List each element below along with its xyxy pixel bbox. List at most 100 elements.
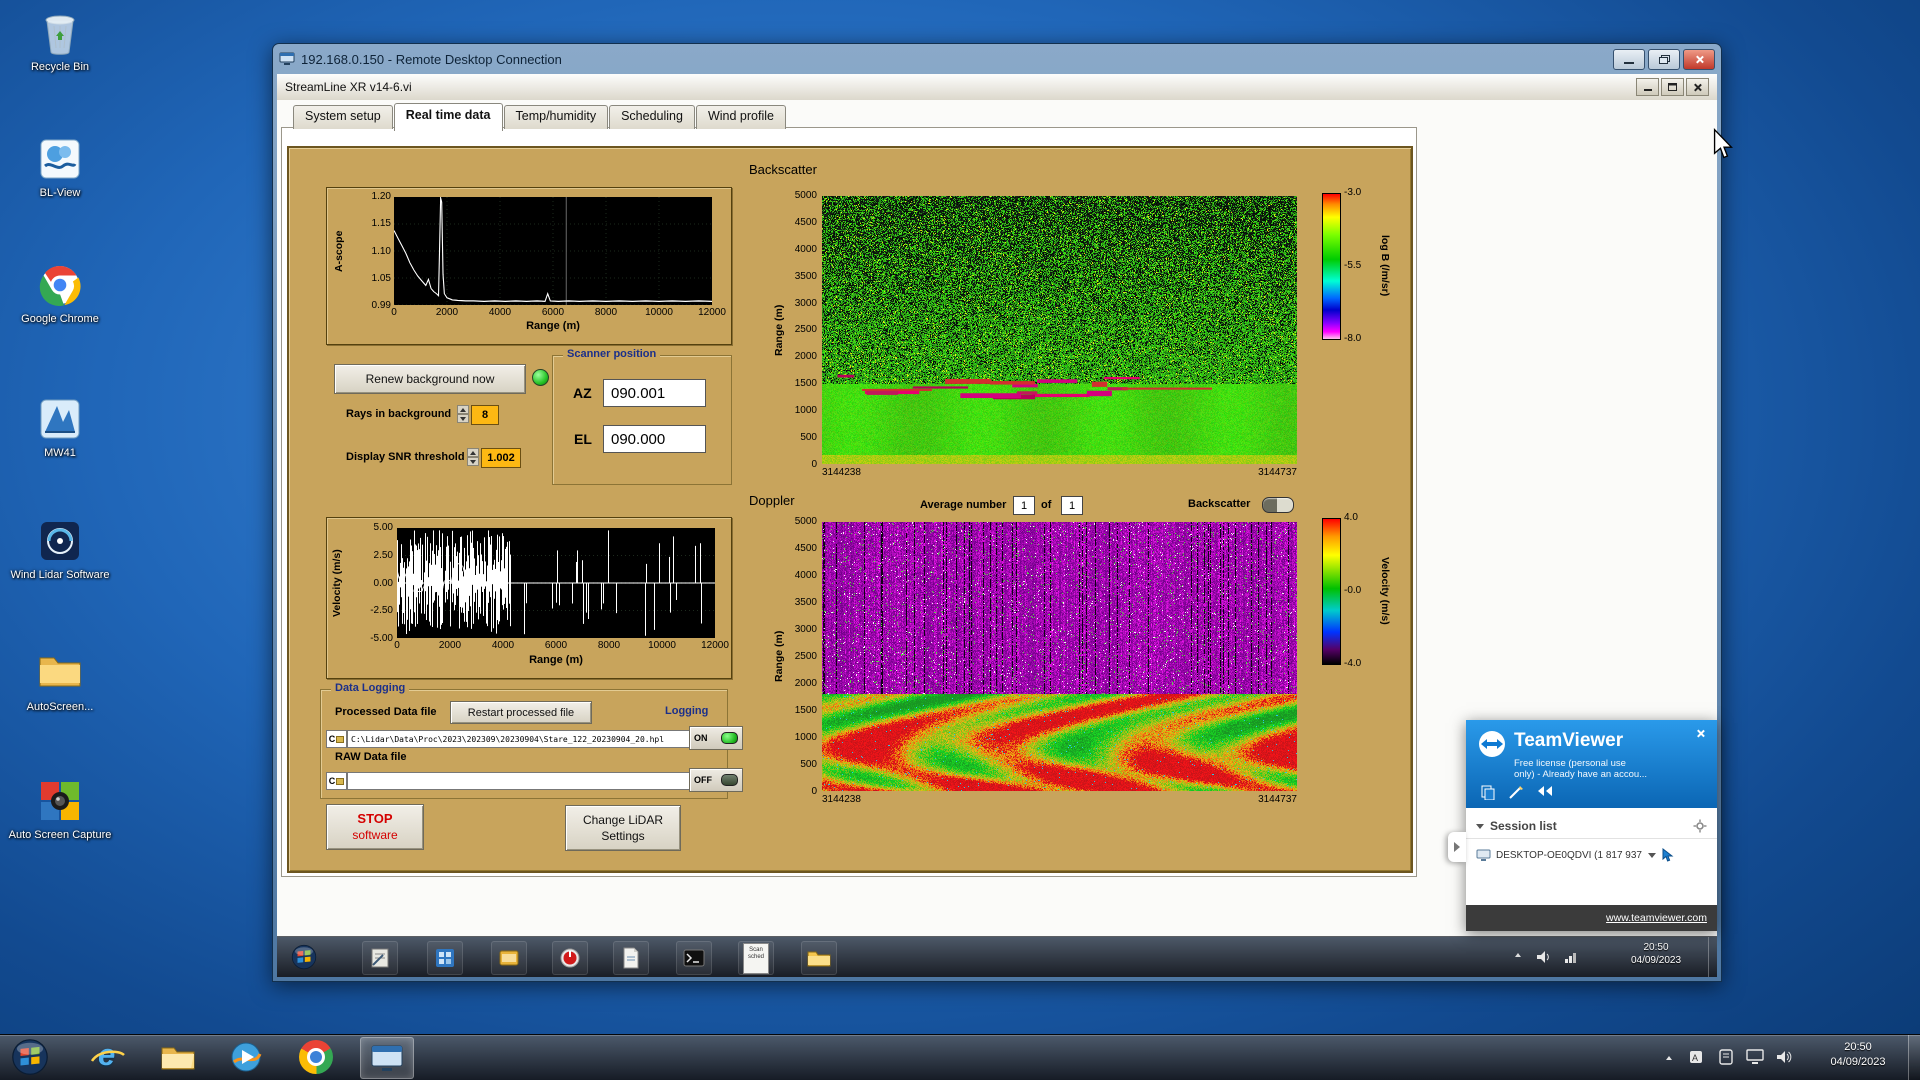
teamviewer-whiteboard-icon[interactable] (1508, 784, 1524, 800)
internet-explorer-icon[interactable]: e (82, 1037, 134, 1077)
tray-expand-icon[interactable] (1666, 1035, 1672, 1080)
ascope-chart: A-scope 1.20 1.15 1.10 1.05 0.99 0 2000 4000 60… (326, 187, 732, 345)
tick-label: 2500 (794, 651, 817, 662)
renew-background-button[interactable]: Renew background now (334, 364, 526, 394)
remote-taskbar-icon-terminal[interactable] (676, 941, 712, 975)
tick-label: 3144238 (822, 467, 861, 478)
rdp-title: 192.168.0.150 - Remote Desktop Connectio… (301, 51, 562, 67)
desktop-icon-recycle-bin[interactable]: Recycle Bin (8, 12, 112, 74)
rdp-close-button[interactable] (1683, 48, 1715, 70)
media-player-icon[interactable] (220, 1037, 272, 1077)
app-titlebar[interactable]: StreamLine XR v14-6.vi (277, 74, 1717, 101)
remote-taskbar-icon-notes[interactable] (362, 941, 398, 975)
remote-tray-expand-icon[interactable] (1515, 953, 1521, 957)
taskbar-clock[interactable]: 20:50 04/09/2023 (1812, 1040, 1904, 1070)
rdp-restore-button[interactable] (1648, 48, 1680, 70)
processed-path-field[interactable]: C:\Lidar\Data\Proc\2023\202309\20230904\… (347, 730, 691, 748)
tray-action-center-icon[interactable] (1718, 1049, 1734, 1065)
remote-taskbar-icon-yellow-app[interactable] (491, 941, 527, 975)
remote-taskbar-icon-scan-scheduler[interactable]: Scan sched (738, 941, 774, 975)
el-value-field[interactable]: 090.000 (603, 425, 706, 453)
app-restore-button[interactable] (1661, 78, 1684, 96)
teamviewer-close-button[interactable] (1693, 726, 1709, 742)
snr-stepper[interactable] (467, 448, 479, 466)
raw-logging-toggle[interactable]: OFF (689, 768, 743, 792)
restart-processed-file-button[interactable]: Restart processed file (450, 701, 592, 724)
desktop-icon-wind-lidar[interactable]: Wind Lidar Software (8, 520, 112, 582)
remote-taskbar-icon-folder[interactable] (801, 941, 837, 975)
tab-temp-humidity[interactable]: Temp/humidity (503, 105, 609, 129)
desktop-icon-label: Recycle Bin (30, 61, 90, 73)
teamviewer-clipboard-icon[interactable] (1480, 784, 1496, 800)
desktop-icon-auto-screen-capture[interactable]: Auto Screen Capture (8, 780, 112, 842)
google-chrome-icon (37, 264, 83, 310)
raw-path-browse[interactable]: C (326, 772, 347, 790)
remote-show-desktop-button[interactable] (1708, 937, 1717, 977)
remote-clock[interactable]: 20:50 04/09/2023 (1613, 941, 1699, 967)
raw-path-field[interactable] (347, 772, 691, 790)
tray-language-icon[interactable]: A (1688, 1049, 1704, 1065)
show-desktop-button[interactable] (1908, 1035, 1920, 1080)
processed-logging-toggle[interactable]: ON (689, 726, 743, 750)
tab-wind-profile[interactable]: Wind profile (695, 105, 786, 129)
average-total-field[interactable]: 1 (1061, 496, 1083, 515)
desktop-icon-google-chrome[interactable]: Google Chrome (8, 264, 112, 326)
remote-desktop-taskbar-icon[interactable] (360, 1037, 414, 1079)
stop-software-button[interactable]: STOP software (326, 804, 424, 850)
remote-network-icon[interactable] (1563, 949, 1579, 965)
az-value-field[interactable]: 090.001 (603, 379, 706, 407)
teamviewer-side-tab[interactable] (1448, 832, 1466, 862)
velocity-plot-area[interactable] (397, 528, 715, 638)
tray-display-icon[interactable] (1746, 1049, 1764, 1065)
windows-explorer-icon[interactable] (152, 1037, 204, 1077)
remote-control-cursor-icon[interactable] (1662, 848, 1674, 862)
desktop-icon-autoscreen-folder[interactable]: AutoScreen... (8, 652, 112, 714)
remote-start-button[interactable] (287, 941, 321, 973)
rdp-minimize-button[interactable] (1613, 48, 1645, 70)
tick-label: 3000 (794, 624, 817, 635)
ascope-plot-area[interactable] (394, 197, 712, 305)
teamviewer-device-row[interactable]: DESKTOP-OE0QDVI (1 817 937 (1466, 842, 1717, 868)
backscatter-heatmap[interactable] (822, 196, 1297, 464)
app-close-button[interactable] (1686, 78, 1709, 96)
tick-label: 8000 (597, 640, 621, 651)
backscatter-colorbar-label: log B (/m/sr) (1379, 235, 1391, 297)
chrome-icon[interactable] (290, 1037, 342, 1077)
desktop-icon-label: Auto Screen Capture (8, 829, 112, 841)
backscatter-toggle[interactable] (1262, 497, 1294, 513)
app-minimize-button[interactable] (1636, 78, 1659, 96)
average-number-label: Average number (920, 499, 1007, 511)
session-settings-gear-icon[interactable] (1693, 819, 1707, 833)
tick-label: 5000 (794, 190, 817, 201)
rays-stepper[interactable] (457, 405, 469, 423)
teamviewer-collapse-icon[interactable] (1538, 786, 1552, 796)
device-dropdown-icon[interactable] (1648, 852, 1656, 858)
ascope-y-axis-label: A-scope (333, 230, 345, 272)
tray-volume-icon[interactable] (1776, 1049, 1792, 1065)
tick-label: 0.99 (371, 300, 391, 311)
processed-path-browse[interactable]: C (326, 730, 347, 748)
desktop-icon-bl-view[interactable]: BL-View (8, 138, 112, 200)
auto-screen-capture-icon (37, 780, 83, 826)
tab-real-time-data[interactable]: Real time data (393, 103, 503, 131)
tick-label: -5.5 (1344, 260, 1362, 271)
desktop-icon-mw41[interactable]: MW41 (8, 398, 112, 460)
remote-taskbar-icon-power[interactable] (552, 941, 588, 975)
remote-volume-icon[interactable] (1535, 949, 1551, 965)
rdp-titlebar[interactable]: 192.168.0.150 - Remote Desktop Connectio… (273, 44, 1721, 74)
remote-taskbar-icon-document[interactable] (613, 941, 649, 975)
teamviewer-session-list-row[interactable]: Session list (1466, 814, 1717, 839)
tab-system-setup[interactable]: System setup (293, 105, 393, 129)
device-monitor-icon (1476, 849, 1491, 861)
remote-taskbar-icon-grid-app[interactable] (427, 941, 463, 975)
doppler-heatmap[interactable] (822, 522, 1297, 791)
change-lidar-settings-button[interactable]: Change LiDAR Settings (565, 805, 681, 851)
teamviewer-website-link[interactable]: www.teamviewer.com (1606, 912, 1707, 924)
start-button[interactable] (6, 1037, 54, 1077)
snr-value-field[interactable]: 1.002 (481, 448, 521, 468)
velocity-y-axis-label: Velocity (m/s) (331, 549, 343, 617)
tab-scheduling[interactable]: Scheduling (609, 105, 695, 129)
rays-value-field[interactable]: 8 (471, 405, 499, 425)
average-number-field[interactable]: 1 (1013, 496, 1035, 515)
off-led (721, 774, 738, 786)
